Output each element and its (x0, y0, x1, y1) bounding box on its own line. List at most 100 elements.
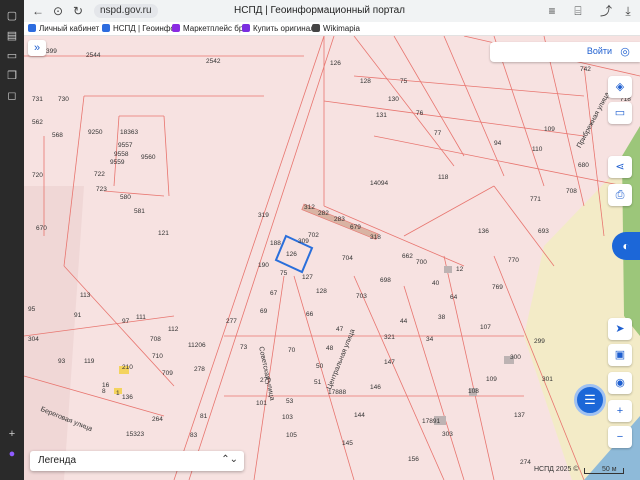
chat-icon[interactable]: ◻ (4, 88, 20, 104)
bookmark-item[interactable]: НСПД | Геоинфо (102, 23, 175, 35)
plot-number[interactable]: 9560 (141, 154, 155, 161)
plot-number[interactable]: 48 (326, 345, 333, 352)
plot-number[interactable]: 318 (370, 234, 381, 241)
login-button[interactable]: Войти (587, 46, 612, 56)
cadastral-map[interactable]: 2544 2542 399 731 730 9250 18363 562 568… (24, 36, 640, 480)
plot-number[interactable]: 9558 (114, 151, 128, 158)
plot-number[interactable]: 731 (32, 96, 43, 103)
zoom-in-button[interactable]: + (608, 400, 632, 422)
plot-number[interactable]: 723 (96, 186, 107, 193)
plot-number[interactable]: 137 (514, 412, 525, 419)
plot-number[interactable]: 94 (494, 140, 501, 147)
plot-number[interactable]: 1 (116, 390, 120, 397)
plot-number[interactable]: 81 (200, 413, 207, 420)
locate-button[interactable]: ➤ (608, 318, 632, 340)
calendar-icon[interactable]: ▤ (4, 28, 20, 44)
geo-search-button[interactable]: ◉ (608, 372, 632, 394)
legend-panel[interactable]: Легенда ⌃⌄ (30, 451, 244, 471)
refresh-icon[interactable]: ↻ (70, 3, 86, 19)
plot-number[interactable]: 704 (342, 255, 353, 262)
plot-number[interactable]: 119 (84, 358, 94, 365)
user-icon[interactable]: ◎ (618, 45, 632, 59)
plot-number[interactable]: 67 (270, 290, 277, 297)
assistant-button[interactable]: ◐ (612, 232, 640, 260)
plot-number[interactable]: 76 (416, 110, 423, 117)
add-icon[interactable]: + (4, 426, 20, 442)
plot-number[interactable]: 107 (480, 324, 491, 331)
bookmark-icon[interactable]: ❒ (4, 68, 20, 84)
plot-number[interactable]: 75 (280, 270, 287, 277)
plot-number[interactable]: 40 (432, 280, 439, 287)
plot-number[interactable]: 83 (190, 432, 197, 439)
plot-number[interactable]: 581 (134, 208, 145, 215)
plot-number[interactable]: 8 (102, 388, 106, 395)
plot-number[interactable]: 210 (122, 364, 133, 371)
plot-number[interactable]: 34 (426, 336, 433, 343)
plot-number[interactable]: 108 (468, 388, 479, 395)
plot-number[interactable]: 70 (288, 347, 295, 354)
plot-number[interactable]: 321 (384, 334, 395, 341)
plot-number[interactable]: 146 (370, 384, 381, 391)
plot-number[interactable]: 93 (58, 358, 65, 365)
plot-number[interactable]: 73 (240, 344, 247, 351)
plot-number[interactable]: 118 (438, 174, 448, 181)
plot-number[interactable]: 771 (530, 196, 541, 203)
plot-number[interactable]: 77 (434, 130, 441, 137)
plot-number[interactable]: 709 (162, 370, 173, 377)
plot-number[interactable]: 304 (28, 336, 39, 343)
plot-number[interactable]: 301 (542, 376, 553, 383)
plot-number[interactable]: 128 (360, 78, 371, 85)
plot-number[interactable]: 9250 (88, 129, 102, 136)
plot-number[interactable]: 299 (534, 338, 545, 345)
plot-number[interactable]: 399 (46, 48, 57, 55)
plot-number[interactable]: 9559 (110, 159, 124, 166)
plot-number[interactable]: 64 (450, 294, 457, 301)
plot-number[interactable]: 730 (58, 96, 69, 103)
plot-number[interactable]: 309 (298, 238, 309, 245)
plot-number[interactable]: 66 (306, 311, 313, 318)
selected-plot-number[interactable]: 126 (286, 251, 297, 258)
plot-number[interactable]: 109 (486, 376, 497, 383)
chat-button[interactable]: ☰ (574, 384, 606, 416)
bookmark-icon[interactable]: ⌸ (570, 3, 586, 19)
plot-number[interactable]: 11206 (188, 342, 206, 349)
plot-number[interactable]: 91 (74, 312, 81, 319)
layers-button[interactable]: ◈ (608, 76, 632, 98)
plot-number[interactable]: 670 (36, 225, 47, 232)
plot-number[interactable]: 190 (258, 262, 269, 269)
plot-number[interactable]: 136 (122, 394, 133, 401)
plot-number[interactable]: 188 (270, 240, 281, 247)
plot-number[interactable]: 708 (566, 188, 577, 195)
plot-number[interactable]: 698 (380, 277, 391, 284)
tv-icon[interactable]: ▭ (4, 48, 20, 64)
plot-number[interactable]: 144 (354, 412, 365, 419)
plot-number[interactable]: 283 (334, 216, 345, 223)
plot-number[interactable]: 97 (122, 318, 129, 325)
plot-number[interactable]: 121 (158, 230, 169, 237)
plot-number[interactable]: 126 (330, 60, 341, 67)
share-icon[interactable]: ⤴ (598, 3, 614, 19)
ruler-button[interactable]: ▭ (608, 102, 632, 124)
plot-number[interactable]: 156 (408, 456, 419, 463)
basemap-button[interactable]: ▣ (608, 344, 632, 366)
plot-number[interactable]: 2544 (86, 52, 100, 59)
menu-icon[interactable]: ≡ (544, 3, 560, 19)
plot-number[interactable]: 15323 (126, 431, 144, 438)
plot-number[interactable]: 274 (520, 459, 531, 466)
plot-number[interactable]: 278 (194, 366, 205, 373)
plot-number[interactable]: 580 (120, 194, 131, 201)
plot-number[interactable]: 47 (336, 326, 343, 333)
plot-number[interactable]: 147 (384, 359, 395, 366)
expand-panel-button[interactable]: » (28, 40, 46, 56)
plot-number[interactable]: 128 (316, 288, 327, 295)
plot-number[interactable]: 662 (402, 253, 413, 260)
plot-number[interactable]: 110 (532, 146, 542, 153)
plot-number[interactable]: 319 (258, 212, 269, 219)
download-icon[interactable]: ⤓ (620, 3, 636, 19)
plot-number[interactable]: 131 (376, 112, 387, 119)
plot-number[interactable]: 282 (318, 210, 329, 217)
plot-number[interactable]: 303 (442, 431, 453, 438)
plot-number[interactable]: 112 (168, 326, 178, 333)
bookmark-item[interactable]: Личный кабинет (28, 23, 99, 35)
plot-number[interactable]: 50 (316, 363, 323, 370)
